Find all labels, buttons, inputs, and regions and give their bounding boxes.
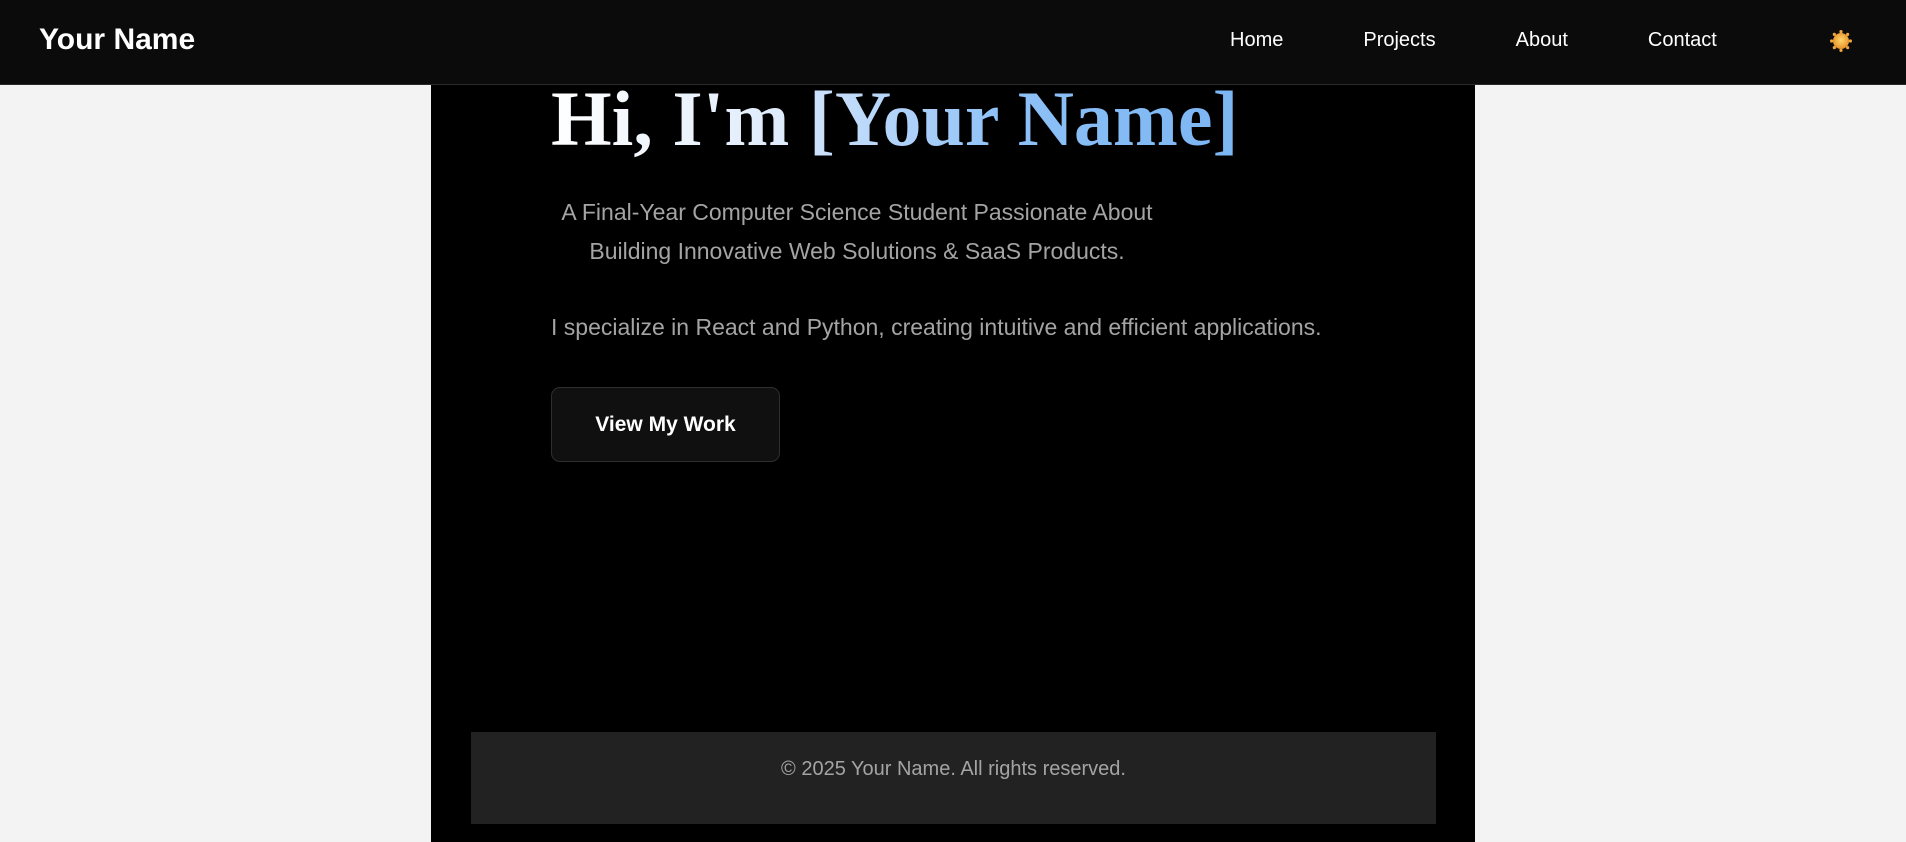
nav-link-projects[interactable]: Projects [1363, 28, 1435, 52]
hero-specialize-text: I specialize in React and Python, creati… [551, 314, 1322, 340]
view-my-work-button[interactable]: View My Work [551, 387, 780, 462]
nav-links: Home Projects About Contact [1230, 28, 1797, 52]
hero-greeting: Hi, I'm [551, 75, 809, 162]
hero-title: Hi, I'm [Your Name] [551, 76, 1239, 162]
nav-link-home[interactable]: Home [1230, 28, 1283, 52]
footer: © 2025 Your Name. All rights reserved. [471, 732, 1436, 824]
navbar: Your Name Home Projects About Contact [0, 0, 1906, 85]
main-content: Hi, I'm [Your Name] A Final-Year Compute… [431, 0, 1475, 842]
footer-copyright: © 2025 Your Name. All rights reserved. [781, 758, 1126, 780]
nav-link-about[interactable]: About [1516, 28, 1568, 52]
nav-link-contact[interactable]: Contact [1648, 28, 1717, 52]
hero-subtitle: A Final-Year Computer Science Student Pa… [561, 199, 1153, 264]
theme-toggle-button[interactable] [1829, 29, 1853, 53]
sun-icon [1830, 30, 1852, 52]
hero-name: [Your Name] [808, 75, 1239, 162]
brand-logo[interactable]: Your Name [39, 22, 195, 58]
